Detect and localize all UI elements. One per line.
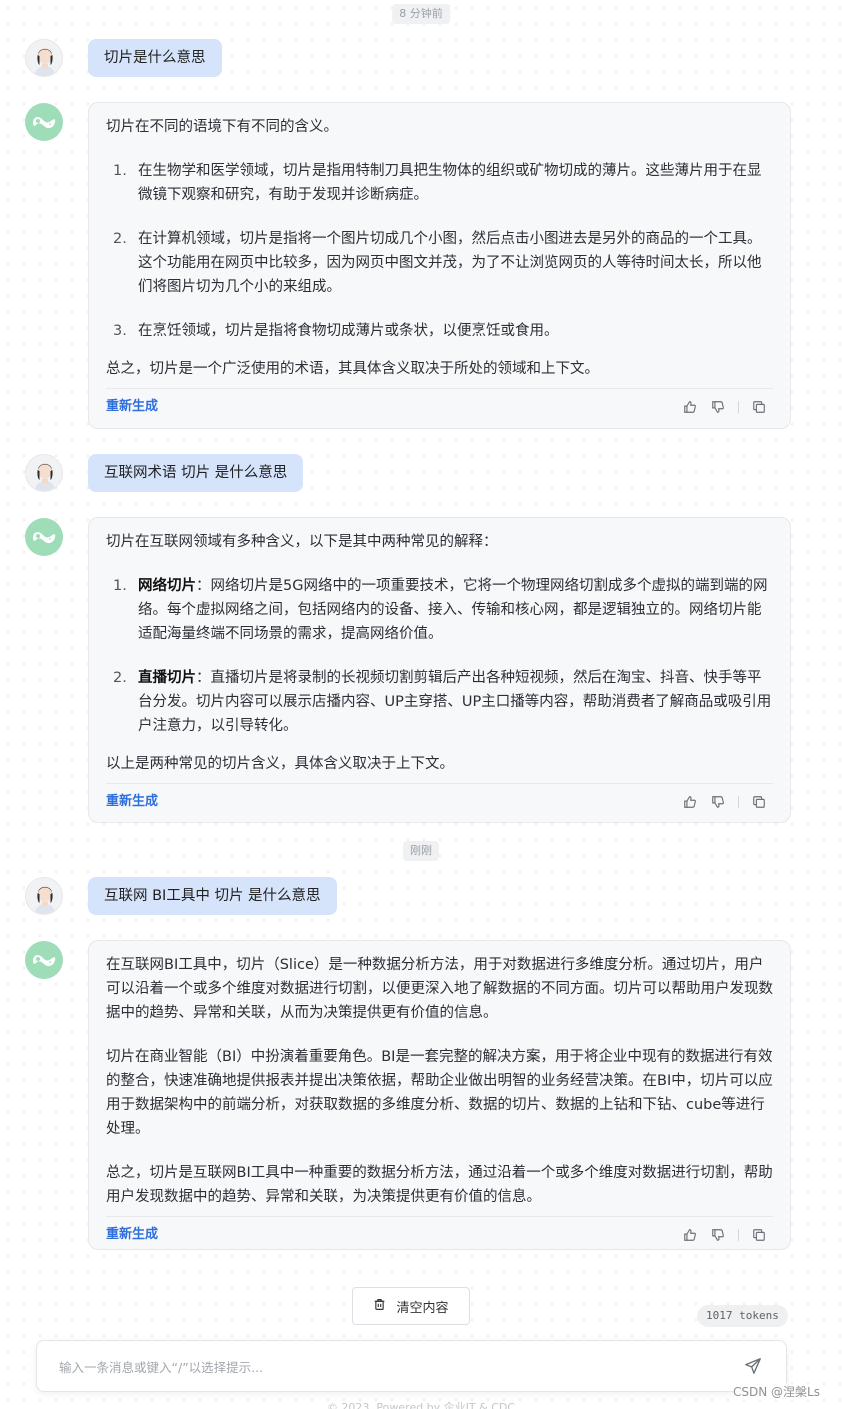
message-input[interactable]: [59, 1355, 719, 1379]
assistant-paragraph: 在互联网BI工具中，切片（Slice）是一种数据分析方法，用于对数据进行多维度分…: [106, 957, 773, 1021]
clear-content-button[interactable]: 清空内容: [352, 1287, 470, 1325]
token-count-badge: 1017 tokens: [697, 1305, 788, 1327]
divider: [738, 795, 739, 808]
list-item: 3. 在烹饪领域，切片是指将食物切成薄片或条状，以便烹饪或食用。: [106, 319, 773, 343]
assistant-conclusion: 总之，切片是一个广泛使用的术语，其具体含义取决于所处的领域和上下文。: [106, 361, 599, 377]
list-title: 直播切片: [138, 670, 196, 686]
assistant-paragraph: 切片在商业智能（BI）中扮演着重要角色。BI是一套完整的解决方案，用于将企业中现…: [106, 1049, 773, 1137]
list-text: 在生物学和医学领域，切片是指用特制刀具把生物体的组织或矿物切成的薄片。这些薄片用…: [138, 163, 762, 203]
copy-icon[interactable]: [745, 397, 773, 417]
thumbs-down-icon[interactable]: [704, 1225, 732, 1245]
assistant-conclusion: 以上是两种常见的切片含义，具体含义取决于上下文。: [106, 756, 454, 772]
user-avatar: [25, 454, 63, 492]
list-text: 在计算机领域，切片是指将一个图片切成几个小图，然后点击小图进去是另外的商品的一个…: [138, 231, 762, 295]
bot-logo-icon: [25, 941, 63, 979]
timestamp-label: 刚刚: [403, 841, 439, 861]
list-title: 网络切片: [138, 578, 196, 594]
message-input-container: [36, 1340, 787, 1392]
clear-content-label: 清空内容: [396, 1300, 449, 1316]
thumbs-up-icon[interactable]: [676, 1225, 704, 1245]
list-text: 在烹饪领域，切片是指将食物切成薄片或条状，以便烹饪或食用。: [138, 323, 559, 339]
bot-logo-icon: [25, 518, 63, 556]
regenerate-button[interactable]: 重新生成: [106, 790, 158, 814]
list-number: 1.: [113, 163, 127, 179]
thumbs-up-icon[interactable]: [676, 792, 704, 812]
trash-icon: [373, 1298, 386, 1315]
copy-icon[interactable]: [745, 792, 773, 812]
assistant-intro: 切片在互联网领域有多种含义，以下是其中两种常见的解释：: [106, 534, 498, 550]
list-number: 1.: [113, 578, 127, 594]
list-body: ：直播切片是将录制的长视频切割剪辑后产出各种短视频，然后在淘宝、抖音、快手等平台…: [138, 670, 772, 734]
assistant-intro: 切片在不同的语境下有不同的含义。: [106, 119, 338, 135]
regenerate-button[interactable]: 重新生成: [106, 1223, 158, 1247]
message-actions-bar: 重新生成: [106, 1216, 773, 1252]
assistant-message-card: 切片在互联网领域有多种含义，以下是其中两种常见的解释： 1. 网络切片：网络切片…: [88, 517, 791, 823]
bot-logo-icon: [25, 103, 63, 141]
list-text: 网络切片：网络切片是5G网络中的一项重要技术，它将一个物理网络切割成多个虚拟的端…: [138, 574, 773, 646]
regenerate-button[interactable]: 重新生成: [106, 395, 158, 419]
list-number: 2.: [113, 670, 127, 686]
watermark-label: CSDN @涅槃Ls: [733, 1384, 820, 1400]
user-avatar: [25, 39, 63, 77]
assistant-list: 1. 网络切片：网络切片是5G网络中的一项重要技术，它将一个物理网络切割成多个虚…: [106, 574, 773, 738]
list-text: 直播切片：直播切片是将录制的长视频切割剪辑后产出各种短视频，然后在淘宝、抖音、快…: [138, 666, 773, 738]
timestamp-label: 8 分钟前: [392, 4, 450, 24]
thumbs-down-icon[interactable]: [704, 397, 732, 417]
user-message-bubble: 互联网 BI工具中 切片 是什么意思: [88, 877, 337, 915]
list-number: 3.: [113, 323, 127, 339]
message-actions-bar: 重新生成: [106, 388, 773, 424]
assistant-message-card: 切片在不同的语境下有不同的含义。 1. 在生物学和医学领域，切片是指用特制刀具把…: [88, 102, 791, 429]
list-item: 2. 在计算机领域，切片是指将一个图片切成几个小图，然后点击小图进去是另外的商品…: [106, 227, 773, 299]
page-footer: © 2023. Powered by 企业IT & CDC: [326, 1401, 516, 1409]
divider: [738, 1228, 739, 1241]
list-item: 1. 网络切片：网络切片是5G网络中的一项重要技术，它将一个物理网络切割成多个虚…: [106, 574, 773, 646]
assistant-list: 1. 在生物学和医学领域，切片是指用特制刀具把生物体的组织或矿物切成的薄片。这些…: [106, 159, 773, 343]
user-message-bubble: 切片是什么意思: [88, 39, 222, 77]
message-actions-bar: 重新生成: [106, 783, 773, 819]
send-icon[interactable]: [744, 1357, 764, 1377]
assistant-paragraph: 总之，切片是互联网BI工具中一种重要的数据分析方法，通过沿着一个或多个维度对数据…: [106, 1165, 773, 1205]
copy-icon[interactable]: [745, 1225, 773, 1245]
list-item: 2. 直播切片：直播切片是将录制的长视频切割剪辑后产出各种短视频，然后在淘宝、抖…: [106, 666, 773, 738]
divider: [738, 400, 739, 413]
thumbs-down-icon[interactable]: [704, 792, 732, 812]
user-avatar: [25, 877, 63, 915]
list-body: ：网络切片是5G网络中的一项重要技术，它将一个物理网络切割成多个虚拟的端到端的网…: [138, 578, 768, 642]
thumbs-up-icon[interactable]: [676, 397, 704, 417]
user-message-bubble: 互联网术语 切片 是什么意思: [88, 454, 304, 492]
list-item: 1. 在生物学和医学领域，切片是指用特制刀具把生物体的组织或矿物切成的薄片。这些…: [106, 159, 773, 207]
list-number: 2.: [113, 231, 127, 247]
assistant-message-card: 在互联网BI工具中，切片（Slice）是一种数据分析方法，用于对数据进行多维度分…: [88, 940, 791, 1250]
